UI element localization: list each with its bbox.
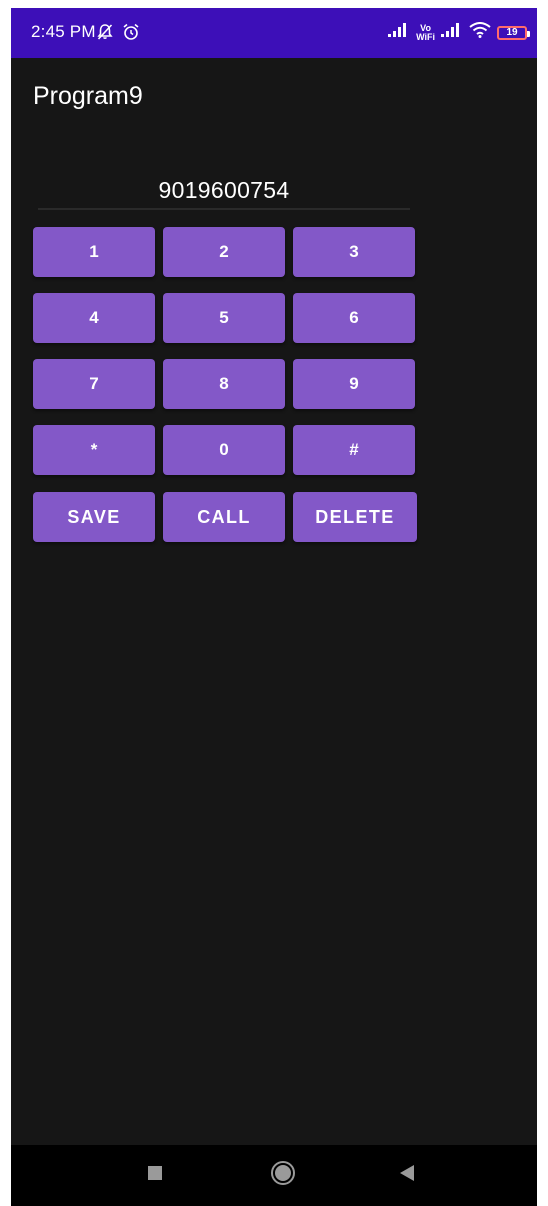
wifi-icon <box>469 22 491 43</box>
key-9-button[interactable]: 9 <box>293 359 415 409</box>
key-7-button[interactable]: 7 <box>33 359 155 409</box>
signal-icon <box>441 23 463 42</box>
save-button[interactable]: SAVE <box>33 492 155 542</box>
back-button[interactable] <box>377 1145 437 1206</box>
key-8-button[interactable]: 8 <box>163 359 285 409</box>
key-hash-button[interactable]: # <box>293 425 415 475</box>
signal-icon <box>388 23 410 42</box>
navigation-bar <box>11 1145 537 1206</box>
recents-square-icon <box>146 1164 164 1187</box>
app-title: Program9 <box>33 82 143 110</box>
status-right-icons: Vo WiFi 19 <box>388 22 530 43</box>
key-5-button[interactable]: 5 <box>163 293 285 343</box>
status-time: 2:45 PM <box>31 22 96 41</box>
delete-button[interactable]: DELETE <box>293 492 417 542</box>
key-6-button[interactable]: 6 <box>293 293 415 343</box>
alarm-icon <box>122 23 140 46</box>
wifi-calling-label: WiFi <box>416 31 435 42</box>
key-3-button[interactable]: 3 <box>293 227 415 277</box>
key-star-button[interactable]: * <box>33 425 155 475</box>
status-bar: 2:45 PM Vo WiFi 19 <box>11 8 537 58</box>
key-0-button[interactable]: 0 <box>163 425 285 475</box>
call-button[interactable]: CALL <box>163 492 285 542</box>
recents-button[interactable] <box>125 1145 185 1206</box>
phone-screen: 2:45 PM Vo WiFi 19 Program9 9019600754 1… <box>11 8 537 1206</box>
key-1-button[interactable]: 1 <box>33 227 155 277</box>
volte-wifi-indicator: Vo WiFi <box>416 23 435 42</box>
bell-off-icon <box>96 23 114 46</box>
back-triangle-icon <box>398 1163 416 1188</box>
battery-icon: 19 <box>497 25 530 40</box>
key-2-button[interactable]: 2 <box>163 227 285 277</box>
key-4-button[interactable]: 4 <box>33 293 155 343</box>
home-circle-icon <box>270 1160 296 1191</box>
phone-number-field[interactable]: 9019600754 <box>38 172 410 210</box>
home-button[interactable] <box>253 1145 313 1206</box>
battery-level: 19 <box>506 27 518 38</box>
status-left-icons <box>96 23 140 46</box>
